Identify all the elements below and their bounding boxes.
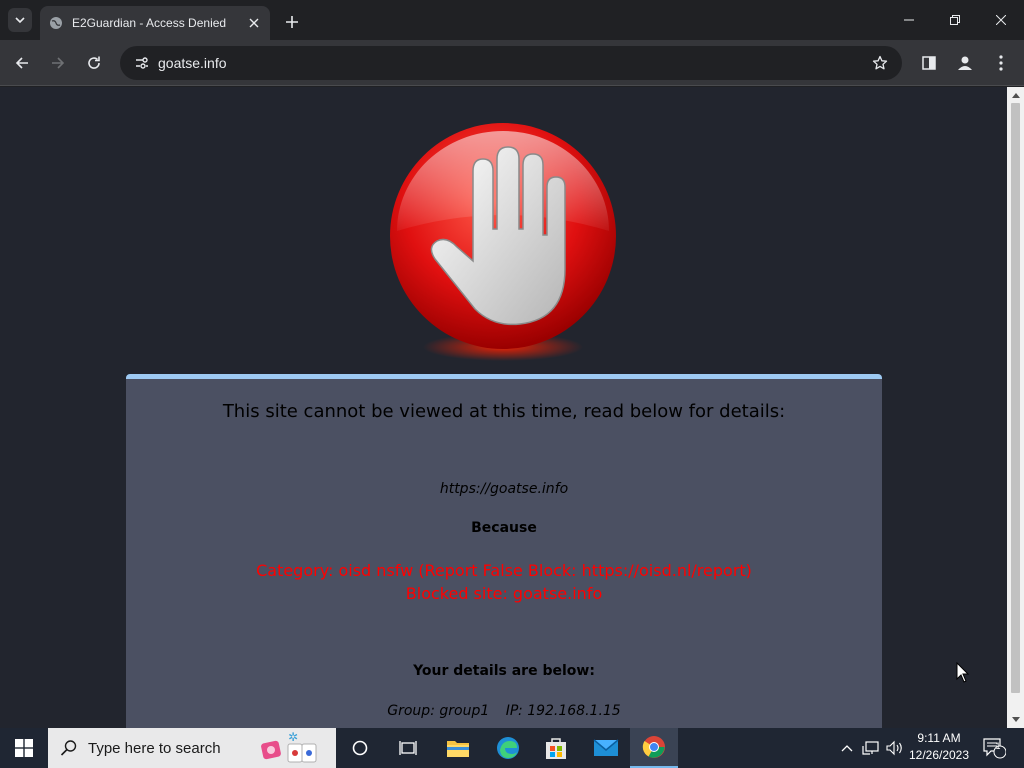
blocked-site-line: Blocked site: goatse.info [405,584,603,603]
browser-toolbar: goatse.info [0,40,1024,86]
minimize-button[interactable] [886,0,932,40]
back-button[interactable] [8,49,36,77]
reload-icon [88,56,100,69]
mail-icon [593,739,619,756]
stop-hand-icon [390,123,616,361]
minimize-icon [904,19,914,21]
block-details-panel: This site cannot be viewed at this time,… [126,374,882,728]
page-title: This site cannot be viewed at this time,… [222,401,786,422]
mouse-cursor-icon [956,662,970,683]
taskbar: Type here to search ✲ 9:11 AM 12/26/2023… [0,728,1024,768]
group-value: Group: group1 [387,703,490,719]
chrome-button[interactable] [630,728,678,768]
new-tab-button[interactable] [280,10,304,34]
svg-text:✲: ✲ [288,730,298,744]
globe-icon [48,15,64,31]
user-details: Group: group1 IP: 192.168.1.15 [126,703,882,719]
ip-value: IP: 192.168.1.15 [505,703,621,719]
kebab-menu-icon [999,55,1003,71]
start-button[interactable] [0,728,48,768]
address-bar[interactable]: goatse.info [120,46,902,80]
clock-date: 12/26/2023 [908,748,970,762]
page-content: This site cannot be viewed at this time,… [0,87,1007,728]
speaker-icon [886,740,902,756]
task-view-icon [399,741,417,755]
url-text: goatse.info [158,55,227,71]
restore-button[interactable] [932,0,978,40]
bookmark-star-icon[interactable] [870,53,890,73]
arrow-left-icon [15,57,28,69]
arrow-right-icon [52,57,65,69]
volume-button[interactable] [884,728,906,768]
task-view-button[interactable] [384,728,432,768]
search-icon [60,740,77,756]
blocked-url: https://goatse.info [439,481,569,497]
scroll-down-icon[interactable] [1011,714,1020,724]
chevron-up-icon [841,745,853,752]
folder-icon [447,741,469,757]
side-panel-icon [922,56,936,70]
store-button[interactable] [532,728,580,768]
forward-button[interactable] [44,49,72,77]
block-reason: Category: oisd nsfw (Report False Block:… [126,559,882,605]
scrollbar-thumb[interactable] [1011,103,1020,693]
taskbar-search-input[interactable]: Type here to search ✲ [48,728,336,768]
chevron-down-icon [15,17,25,24]
tab-strip: E2Guardian - Access Denied [0,0,1024,40]
tab-close-icon[interactable] [246,15,262,31]
cortana-circle-icon [352,740,368,756]
network-button[interactable] [860,728,882,768]
chrome-icon [642,736,665,758]
scroll-up-icon[interactable] [1011,90,1020,100]
site-settings-icon[interactable] [132,53,152,73]
tab-active[interactable]: E2Guardian - Access Denied [40,6,270,40]
clock[interactable]: 9:11 AM 12/26/2023 [906,730,972,766]
network-icon [862,741,879,755]
cortana-button[interactable] [336,728,384,768]
show-hidden-icons-button[interactable] [838,728,856,768]
clock-time: 9:11 AM [917,731,961,745]
tab-title: E2Guardian - Access Denied [72,16,227,30]
close-window-button[interactable] [978,0,1024,40]
file-explorer-button[interactable] [434,728,482,768]
side-panel-button[interactable] [918,52,940,74]
edge-icon [497,737,519,759]
notifications-button[interactable]: 1 [980,728,1008,768]
mail-button[interactable] [582,728,630,768]
profile-button[interactable] [954,52,976,74]
store-bag-icon [546,738,566,759]
category-line: Category: oisd nsfw (Report False Block:… [256,561,752,580]
because-label: Because [471,520,537,536]
tab-search-button[interactable] [8,8,32,32]
menu-button[interactable] [990,52,1012,74]
restore-icon [950,15,960,25]
details-heading: Your details are below: [413,663,595,679]
plus-icon [286,16,298,28]
reload-button[interactable] [80,49,108,77]
vertical-scrollbar[interactable] [1007,87,1024,728]
close-icon [996,15,1006,25]
profile-icon [958,56,972,70]
edge-button[interactable] [484,728,532,768]
notification-count: 1 [995,741,1001,751]
windows-logo-icon [15,739,33,757]
search-highlight-icon: ✲ [261,730,317,763]
